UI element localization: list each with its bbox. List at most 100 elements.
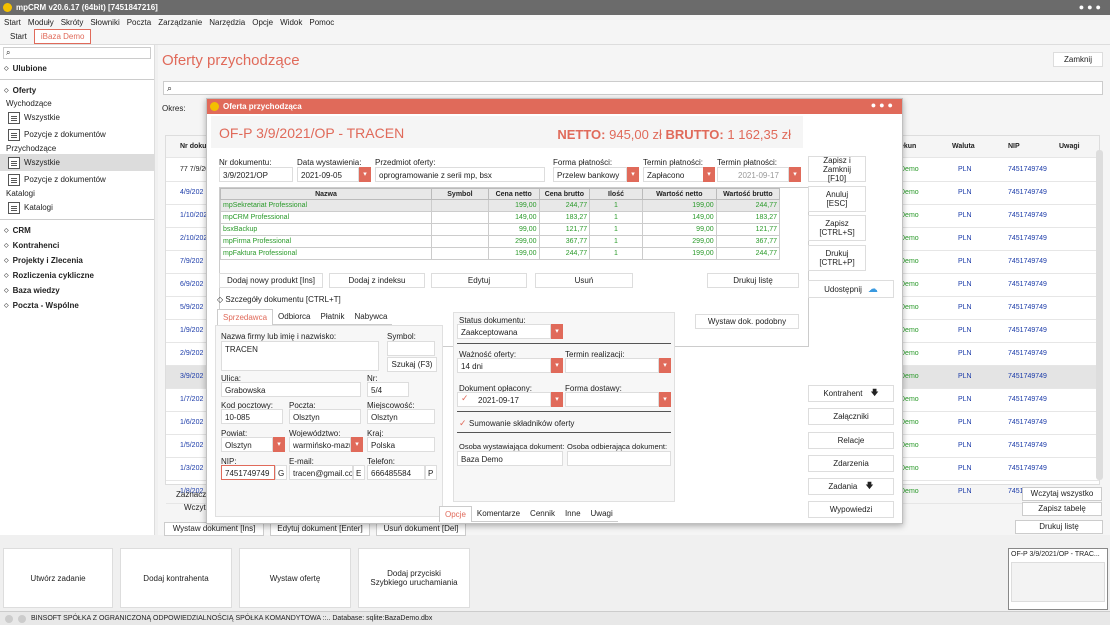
receiver-field[interactable] (567, 451, 671, 466)
table-scrollbar[interactable] (1096, 150, 1103, 480)
sidebar-item-wychodzace-wszystkie[interactable]: Wszystkie (0, 109, 154, 126)
statements-button[interactable]: Wypowiedzi (808, 501, 894, 518)
col-header-cena-netto[interactable]: Cena netto (487, 188, 540, 200)
country-field[interactable]: Polska (367, 437, 435, 452)
issue-similar-button[interactable]: Wystaw dok. podobny (695, 314, 799, 329)
sidebar-item-katalogi[interactable]: Katalogi (0, 199, 154, 216)
tab-uwagi[interactable]: Uwagi (585, 506, 618, 522)
email-send-button[interactable]: E (353, 465, 365, 480)
chevron-down-icon[interactable]: ▾ (703, 167, 715, 182)
events-button[interactable]: Zdarzenia (808, 455, 894, 472)
edit-product-button[interactable]: Edytuj (431, 273, 527, 288)
tab-opcje[interactable]: Opcje (439, 506, 472, 522)
tab-baza-demo[interactable]: iBaza Demo (33, 29, 92, 44)
voivodeship-field[interactable]: warmińsko-mazu (289, 437, 351, 452)
sum-offer-checkbox[interactable]: ✓ Sumowanie składników oferty (459, 418, 574, 429)
window-thumbnail[interactable]: OF-P 3/9/2021/OP - TRAC... (1008, 548, 1108, 610)
issue-document-button[interactable]: Wystaw dokument [Ins] (164, 522, 264, 536)
sidebar-section-crm[interactable]: ◇ CRM (0, 223, 154, 238)
add-contractor-button[interactable]: Dodaj kontrahenta (120, 548, 232, 608)
menu-zarzadzanie[interactable]: Zarządzanie (158, 18, 202, 27)
chevron-down-icon[interactable]: ▾ (627, 167, 639, 182)
realization-field[interactable] (565, 358, 659, 373)
menu-slowniki[interactable]: Słowniki (90, 18, 119, 27)
nip-lookup-button[interactable]: G (275, 465, 287, 480)
menu-narzedzia[interactable]: Narzędzia (209, 18, 245, 27)
load-all-button[interactable]: Wczytaj wszystko (1022, 487, 1102, 501)
menu-poczta[interactable]: Poczta (127, 18, 151, 27)
sidebar-item-wychodzace-pozycje[interactable]: Pozycje z dokumentów (0, 126, 154, 143)
menu-pomoc[interactable]: Pomoc (309, 18, 334, 27)
sidebar-item-przychodzace-pozycje[interactable]: Pozycje z dokumentów (0, 171, 154, 188)
county-field[interactable]: Olsztyn (221, 437, 273, 452)
sidebar-section-oferty[interactable]: ◇ Oferty (0, 83, 154, 98)
save-button[interactable]: Zapisz [CTRL+S] (808, 215, 866, 241)
col-header-ilosc[interactable]: Ilość (589, 188, 643, 200)
sidebar-section-ulubione[interactable]: ◇ Ulubione (0, 61, 154, 76)
add-quick-buttons-button[interactable]: Dodaj przyciski Szybkiego uruchamiania (358, 548, 470, 608)
details-toggle[interactable]: ◇ Szczegóły dokumentu [CTRL+T] (217, 295, 341, 304)
tab-platnik[interactable]: Płatnik (315, 309, 350, 325)
contractor-button[interactable]: Kontrahent 🡇 (808, 385, 894, 402)
col-header-cena-brutto[interactable]: Cena brutto (538, 188, 591, 200)
issue-date-field[interactable]: 2021-09-05 (297, 167, 359, 182)
company-name-field[interactable]: TRACEN (221, 341, 379, 371)
print-products-button[interactable]: Drukuj listę (707, 273, 799, 288)
col-header-symbol[interactable]: Symbol (430, 188, 489, 200)
delete-document-button[interactable]: Usuń dokument [Del] (376, 522, 466, 536)
product-row[interactable]: mpFirma Professional 299,00 367,77 1 299,00 3… (220, 235, 781, 248)
tab-start[interactable]: Start (3, 29, 34, 44)
col-header-nip[interactable]: NIP (1008, 143, 1020, 150)
chevron-down-icon[interactable]: ▾ (359, 167, 371, 182)
menu-moduly[interactable]: Moduły (28, 18, 54, 27)
phone-field[interactable]: 666485584 (367, 465, 425, 480)
nip-field[interactable]: 7451749749 (221, 465, 275, 480)
col-header-nazwa[interactable]: Nazwa (220, 188, 432, 200)
product-row[interactable]: mpSekretariat Professional 199,00 244,77 1 1… (220, 199, 781, 212)
email-field[interactable]: tracen@gmail.cor (289, 465, 353, 480)
save-close-button[interactable]: Zapisz i Zamknij [F10] (808, 156, 866, 183)
search-button[interactable]: Szukaj (F3) (387, 357, 437, 372)
number-field[interactable]: 5/4 (367, 382, 409, 397)
chevron-down-icon[interactable]: ▾ (551, 358, 563, 373)
print-list-button[interactable]: Drukuj listę (1015, 520, 1103, 534)
share-button[interactable]: Udostępnij ☁ (808, 280, 894, 298)
menu-opcje[interactable]: Opcje (252, 18, 273, 27)
print-button[interactable]: Drukuj [CTRL+P] (808, 245, 866, 271)
tab-cennik[interactable]: Cennik (525, 506, 560, 522)
menu-skroty[interactable]: Skróty (61, 18, 84, 27)
payment-form-field[interactable]: Przelew bankowy (553, 167, 627, 182)
doc-number-field[interactable]: 3/9/2021/OP (219, 167, 293, 182)
product-row[interactable]: bsxBackup 99,00 121,77 1 99,00 121,77 (220, 223, 781, 236)
sidebar-section-poczta[interactable]: ◇ Poczta - Wspólne (0, 298, 154, 313)
product-row[interactable]: mpFaktura Professional 199,00 244,77 1 199,0… (220, 247, 781, 260)
sidebar-section-baza[interactable]: ◇ Baza wiedzy (0, 283, 154, 298)
dialog-menu-dots-icon[interactable]: ●●● (871, 100, 896, 110)
col-header-waluta[interactable]: Waluta (952, 143, 975, 150)
delivery-field[interactable] (565, 392, 659, 407)
edit-document-button[interactable]: Edytuj dokument [Enter] (270, 522, 370, 536)
chevron-down-icon[interactable]: ▾ (551, 324, 563, 339)
list-search-input[interactable]: ⌕ (163, 81, 1103, 95)
symbol-field[interactable] (387, 341, 435, 356)
post-office-field[interactable]: Olsztyn (289, 409, 361, 424)
save-table-button[interactable]: Zapisz tabelę (1022, 502, 1102, 516)
issuer-field[interactable]: Baza Demo (457, 451, 563, 466)
tab-inne[interactable]: Inne (559, 506, 586, 522)
window-menu-dots-icon[interactable]: ●●● (1079, 2, 1104, 12)
validity-field[interactable]: 14 dni (457, 358, 551, 373)
city-field[interactable]: Olsztyn (367, 409, 435, 424)
add-product-button[interactable]: Dodaj nowy produkt [Ins] (219, 273, 323, 288)
menu-start[interactable]: Start (4, 18, 21, 27)
sidebar-section-kontrahenci[interactable]: ◇ Kontrahenci (0, 238, 154, 253)
tab-komentarze[interactable]: Komentarze (471, 506, 526, 522)
chevron-down-icon[interactable]: ▾ (551, 392, 563, 407)
issue-offer-button[interactable]: Wystaw ofertę (239, 548, 351, 608)
sidebar-item-przychodzace-wszystkie[interactable]: Wszystkie (0, 154, 154, 171)
col-header-uwagi[interactable]: Uwagi (1059, 143, 1080, 150)
sidebar-section-projekty[interactable]: ◇ Projekty i Zlecenia (0, 253, 154, 268)
sidebar-search-input[interactable]: ⌕ (3, 47, 151, 59)
sidebar-section-rozliczenia[interactable]: ◇ Rozliczenia cykliczne (0, 268, 154, 283)
create-task-button[interactable]: Utwórz zadanie (3, 548, 113, 608)
menu-widok[interactable]: Widok (280, 18, 302, 27)
